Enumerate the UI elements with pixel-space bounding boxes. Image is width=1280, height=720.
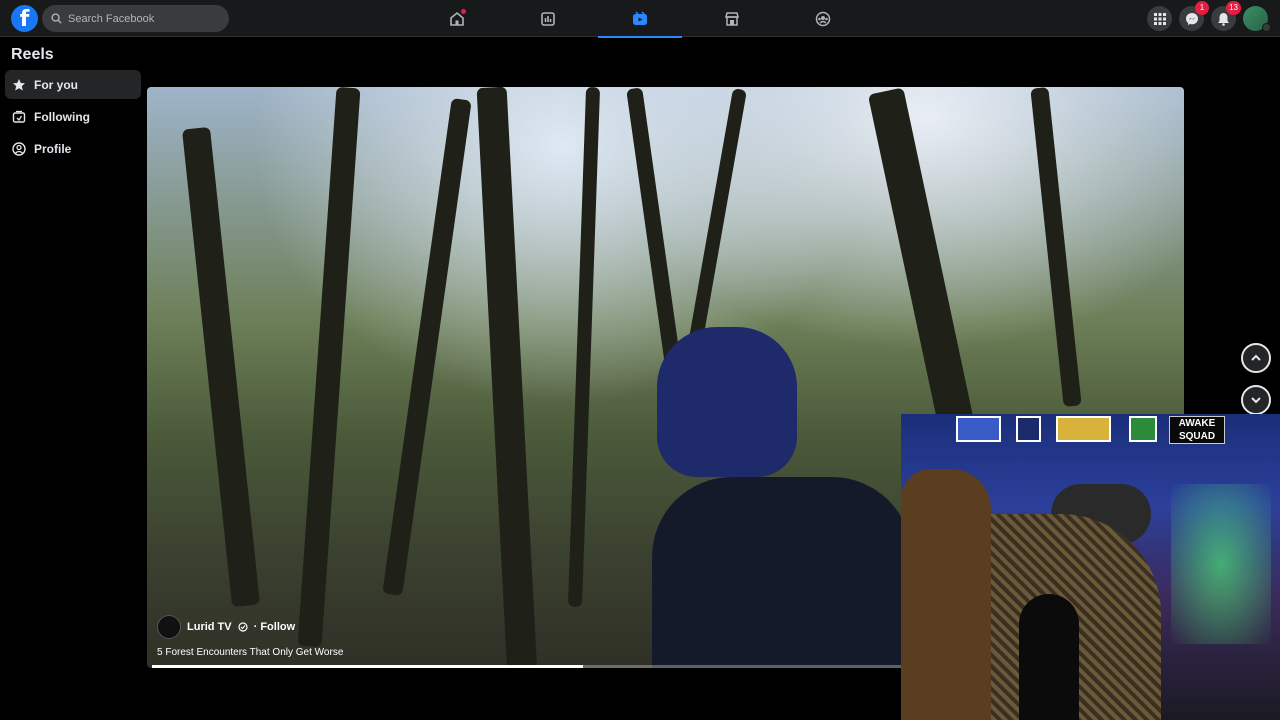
tab-home[interactable] — [415, 0, 499, 37]
messenger-icon — [1185, 12, 1198, 25]
tree-trunk — [382, 98, 472, 596]
wall-poster — [1129, 416, 1157, 442]
groups-icon — [815, 11, 831, 26]
page-title: Reels — [11, 46, 54, 63]
grid-menu-icon — [1153, 12, 1166, 25]
profile-icon — [12, 141, 26, 156]
chevron-down-icon — [1251, 397, 1261, 404]
following-icon — [12, 110, 26, 123]
chevron-up-icon — [1251, 354, 1261, 361]
tree-trunk — [297, 87, 361, 648]
video-icon — [633, 11, 647, 25]
sidebar-item-label: For you — [34, 77, 78, 92]
streamer-hair — [901, 469, 991, 720]
progress-fill — [152, 665, 584, 668]
sidebar-item-following[interactable]: Following — [5, 102, 141, 131]
webcam-overlay: AWAKE SQUAD — [901, 414, 1280, 720]
microphone — [1019, 594, 1079, 720]
tree-trunk — [1030, 87, 1082, 408]
feeds-icon — [541, 11, 555, 26]
wall-poster — [1056, 416, 1111, 442]
search-icon — [51, 13, 62, 24]
search-box[interactable] — [42, 5, 229, 32]
next-reel-button[interactable] — [1241, 385, 1271, 415]
notifications-badge: 13 — [1226, 1, 1241, 15]
person-jacket — [652, 477, 912, 668]
sidebar-item-for-you[interactable]: For you — [5, 70, 141, 99]
channel-avatar[interactable] — [157, 615, 181, 639]
account-menu-caret[interactable] — [1262, 23, 1271, 32]
tree-trunk — [567, 87, 601, 608]
reel-caption: 5 Forest Encounters That Only Get Worse — [157, 647, 344, 658]
sidebar-item-profile[interactable]: Profile — [5, 134, 141, 163]
channel-info: Lurid TV · Follow — [157, 615, 295, 639]
messenger-badge: 1 — [1195, 1, 1209, 15]
notifications-button[interactable]: 13 — [1211, 1, 1241, 31]
wall-poster — [1016, 416, 1041, 442]
search-input[interactable] — [68, 12, 218, 25]
verified-icon — [238, 622, 248, 632]
messenger-button[interactable]: 1 — [1179, 1, 1209, 31]
home-notification-dot — [461, 9, 466, 14]
tree-trunk — [626, 87, 684, 387]
menu-button[interactable] — [1147, 6, 1172, 31]
facebook-logo[interactable]: f — [11, 5, 38, 32]
tab-groups[interactable] — [781, 0, 865, 37]
sidebar-item-label: Profile — [34, 141, 72, 156]
tab-marketplace[interactable] — [690, 0, 774, 37]
tree-trunk — [181, 126, 261, 608]
tree-trunk — [476, 87, 538, 668]
follow-button[interactable]: · Follow — [254, 621, 296, 633]
tree-trunk — [867, 87, 983, 467]
previous-reel-button[interactable] — [1241, 343, 1271, 373]
awake-squad-sign: AWAKE SQUAD — [1169, 416, 1225, 444]
person-beanie — [657, 327, 797, 477]
tab-feeds[interactable] — [506, 0, 590, 37]
top-navigation-bar: f 1 13 — [0, 0, 1280, 38]
channel-name[interactable]: Lurid TV — [187, 621, 232, 633]
wall-poster — [956, 416, 1001, 442]
rgb-glow — [1171, 484, 1271, 644]
sidebar-item-label: Following — [34, 109, 90, 124]
star-icon — [13, 78, 25, 90]
marketplace-icon — [725, 11, 739, 26]
tab-video[interactable] — [598, 0, 682, 38]
